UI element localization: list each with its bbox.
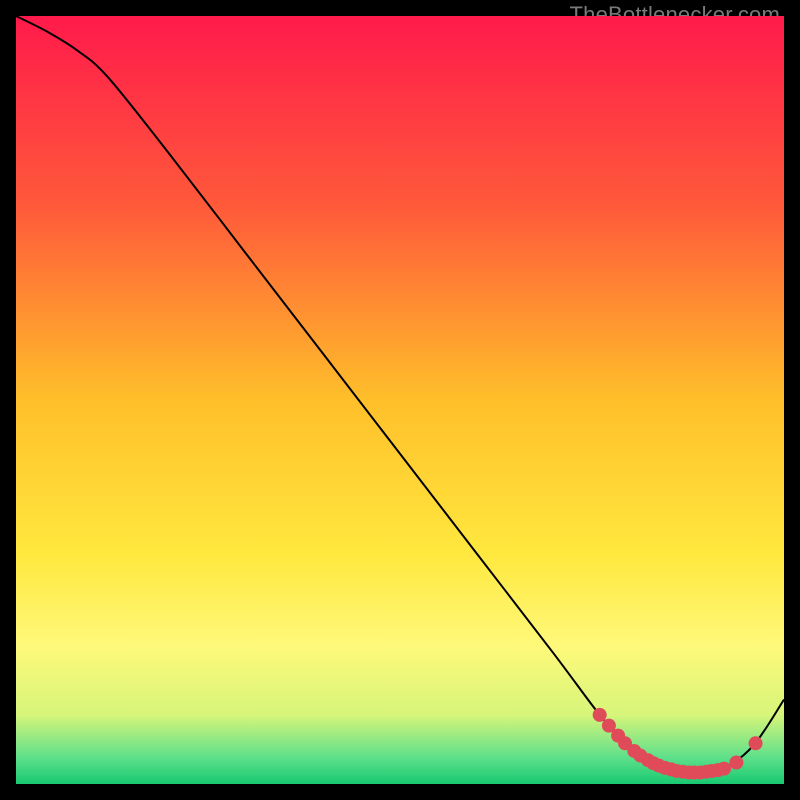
bottleneck-chart — [16, 16, 784, 784]
highlight-point — [717, 762, 731, 776]
highlight-point — [749, 736, 763, 750]
highlight-point — [593, 708, 607, 722]
chart-background — [16, 16, 784, 784]
chart-frame: TheBottlenecker.com — [16, 16, 784, 784]
highlight-point — [729, 756, 743, 770]
